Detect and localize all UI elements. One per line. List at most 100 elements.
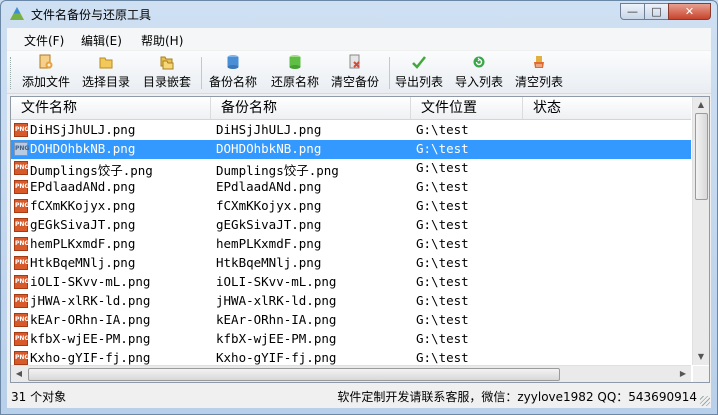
title-bar[interactable]: 文件名备份与还原工具 — □ ✕ [1, 1, 717, 27]
table-row[interactable]: PNG EPdlaadANd.png EPdlaadANd.png G:\test [11, 178, 691, 197]
backup-names-label: 备份名称 [208, 75, 257, 89]
backup-names-button[interactable]: 备份名称 [207, 54, 259, 92]
nested-folder-icon [160, 56, 174, 70]
location-cell: G:\test [416, 274, 469, 289]
backup-db-icon [227, 55, 239, 69]
scroll-right-icon[interactable]: ▶ [675, 366, 691, 382]
toolbar-grip[interactable] [10, 57, 14, 89]
scroll-down-icon[interactable]: ▼ [693, 349, 709, 365]
nested-directory-label: 目录嵌套 [142, 75, 191, 89]
select-directory-button[interactable]: 选择目录 [81, 54, 131, 92]
minimize-button[interactable]: — [620, 3, 645, 20]
add-file-button[interactable]: 添加文件 [21, 54, 71, 92]
location-cell: G:\test [416, 160, 469, 175]
app-window: 文件名备份与还原工具 — □ ✕ 文件(F) 编辑(E) 帮助(H) 添加文件 … [0, 0, 718, 415]
file-list[interactable]: 文件名称 备份名称 文件位置 状态 PNG DiHSjJhULJ.png DiHSj… [10, 96, 710, 383]
png-file-icon: PNG [14, 275, 29, 289]
png-file-icon: PNG [14, 332, 29, 346]
backup-name-cell: HtkBqeMNlj.png [216, 255, 322, 270]
toolbar: 添加文件 选择目录 目录嵌套 备份名称 还原名称 清空备份 导出列表 导入列表 … [7, 51, 711, 94]
table-row[interactable]: PNG gEGkSivaJT.png gEGkSivaJT.png G:\test [11, 216, 691, 235]
table-row[interactable]: PNG kfbX-wjEE-PM.png kfbX-wjEE-PM.png G:\te… [11, 330, 691, 349]
table-row[interactable]: PNG hemPLKxmdF.png hemPLKxmdF.png G:\test [11, 235, 691, 254]
file-name-cell: DiHSjJhULJ.png [30, 122, 136, 137]
clear-backup-button[interactable]: 清空备份 [329, 54, 381, 92]
file-name-cell: Dumplings饺子.png [30, 163, 153, 178]
clear-list-label: 清空列表 [514, 75, 563, 89]
contact-info: 软件定制开发请联系客服，微信：zyylove1982 QQ：543690914 [337, 390, 697, 404]
nested-directory-button[interactable]: 目录嵌套 [141, 54, 193, 92]
table-row[interactable]: PNG Dumplings饺子.png Dumplings饺子.png G:\test [11, 159, 691, 178]
png-file-icon: PNG [14, 237, 29, 251]
png-file-icon: PNG [14, 313, 29, 327]
restore-db-icon [289, 55, 301, 69]
location-cell: G:\test [416, 122, 469, 137]
backup-name-cell: iOLI-SKvv-mL.png [216, 274, 337, 289]
close-button[interactable]: ✕ [668, 3, 711, 20]
table-row[interactable]: PNG iOLI-SKvv-mL.png iOLI-SKvv-mL.png G:\te… [11, 273, 691, 292]
column-header-status[interactable]: 状态 [523, 97, 691, 119]
location-cell: G:\test [416, 179, 469, 194]
location-cell: G:\test [416, 198, 469, 213]
backup-name-cell: Dumplings饺子.png [216, 163, 339, 178]
file-name-cell: hemPLKxmdF.png [30, 236, 136, 251]
status-bar: 31 个对象 软件定制开发请联系客服，微信：zyylove1982 QQ：543… [7, 385, 711, 407]
app-logo-icon [10, 7, 24, 20]
backup-name-cell: gEGkSivaJT.png [216, 217, 322, 232]
scrollbar-corner [693, 366, 709, 382]
location-cell: G:\test [416, 236, 469, 251]
vertical-scrollbar[interactable]: ▲ ▼ [692, 97, 709, 365]
table-row[interactable]: PNG HtkBqeMNlj.png HtkBqeMNlj.png G:\test [11, 254, 691, 273]
import-list-button[interactable]: 导入列表 [453, 54, 505, 92]
table-row[interactable]: PNG jHWA-xlRK-ld.png jHWA-xlRK-ld.png G:\te… [11, 292, 691, 311]
backup-name-cell: EPdlaadANd.png [216, 179, 322, 194]
clear-list-button[interactable]: 清空列表 [513, 54, 565, 92]
close-icon: ✕ [684, 5, 695, 18]
column-header-backup-name[interactable]: 备份名称 [211, 97, 411, 119]
object-count: 31 个对象 [11, 390, 67, 404]
resize-grip-icon[interactable] [700, 396, 710, 406]
table-row[interactable]: PNG DOHDOhbkNB.png DOHDOhbkNB.png G:\test [11, 140, 691, 159]
add-file-label: 添加文件 [21, 75, 70, 89]
scroll-up-icon[interactable]: ▲ [693, 97, 709, 113]
maximize-button[interactable]: □ [644, 3, 669, 20]
file-name-cell: gEGkSivaJT.png [30, 217, 136, 232]
file-name-cell: iOLI-SKvv-mL.png [30, 274, 151, 289]
file-name-cell: kfbX-wjEE-PM.png [30, 331, 151, 346]
menu-help[interactable]: 帮助(H) [141, 32, 183, 49]
backup-name-cell: kfbX-wjEE-PM.png [216, 331, 337, 346]
column-header-file-name[interactable]: 文件名称 [11, 97, 211, 119]
export-check-icon [412, 56, 426, 69]
client-area: 文件(F) 编辑(E) 帮助(H) 添加文件 选择目录 目录嵌套 备份名称 还原… [7, 28, 711, 408]
png-file-icon: PNG [14, 180, 29, 194]
backup-name-cell: Kxho-gYIF-fj.png [216, 350, 337, 365]
clear-list-icon [534, 56, 544, 68]
column-header-location[interactable]: 文件位置 [411, 97, 523, 119]
file-name-cell: HtkBqeMNlj.png [30, 255, 136, 270]
export-list-label: 导出列表 [394, 75, 443, 89]
window-title: 文件名备份与还原工具 [31, 8, 152, 22]
minimize-icon: — [627, 5, 638, 18]
export-list-button[interactable]: 导出列表 [393, 54, 445, 92]
location-cell: G:\test [416, 217, 469, 232]
file-name-cell: fCXmKKojyx.png [30, 198, 136, 213]
png-file-icon: PNG [14, 351, 29, 365]
file-name-cell: jHWA-xlRK-ld.png [30, 293, 151, 308]
vertical-scroll-thumb[interactable] [695, 113, 708, 200]
restore-names-label: 还原名称 [270, 75, 319, 89]
horizontal-scroll-thumb[interactable] [28, 368, 560, 381]
png-file-icon: PNG [14, 161, 29, 175]
table-row[interactable]: PNG kEAr-ORhn-IA.png kEAr-ORhn-IA.png G:\te… [11, 311, 691, 330]
scroll-left-icon[interactable]: ◀ [11, 366, 27, 382]
backup-name-cell: hemPLKxmdF.png [216, 236, 322, 251]
table-row[interactable]: PNG DiHSjJhULJ.png DiHSjJhULJ.png G:\test [11, 121, 691, 140]
menu-file[interactable]: 文件(F) [24, 32, 64, 49]
restore-names-button[interactable]: 还原名称 [269, 54, 321, 92]
png-file-icon: PNG [14, 142, 29, 156]
menu-edit[interactable]: 编辑(E) [81, 32, 122, 49]
backup-name-cell: kEAr-ORhn-IA.png [216, 312, 337, 327]
clear-backup-label: 清空备份 [330, 75, 379, 89]
toolbar-separator [389, 57, 390, 89]
table-row[interactable]: PNG fCXmKKojyx.png fCXmKKojyx.png G:\test [11, 197, 691, 216]
horizontal-scrollbar[interactable]: ◀ ▶ [11, 365, 691, 382]
